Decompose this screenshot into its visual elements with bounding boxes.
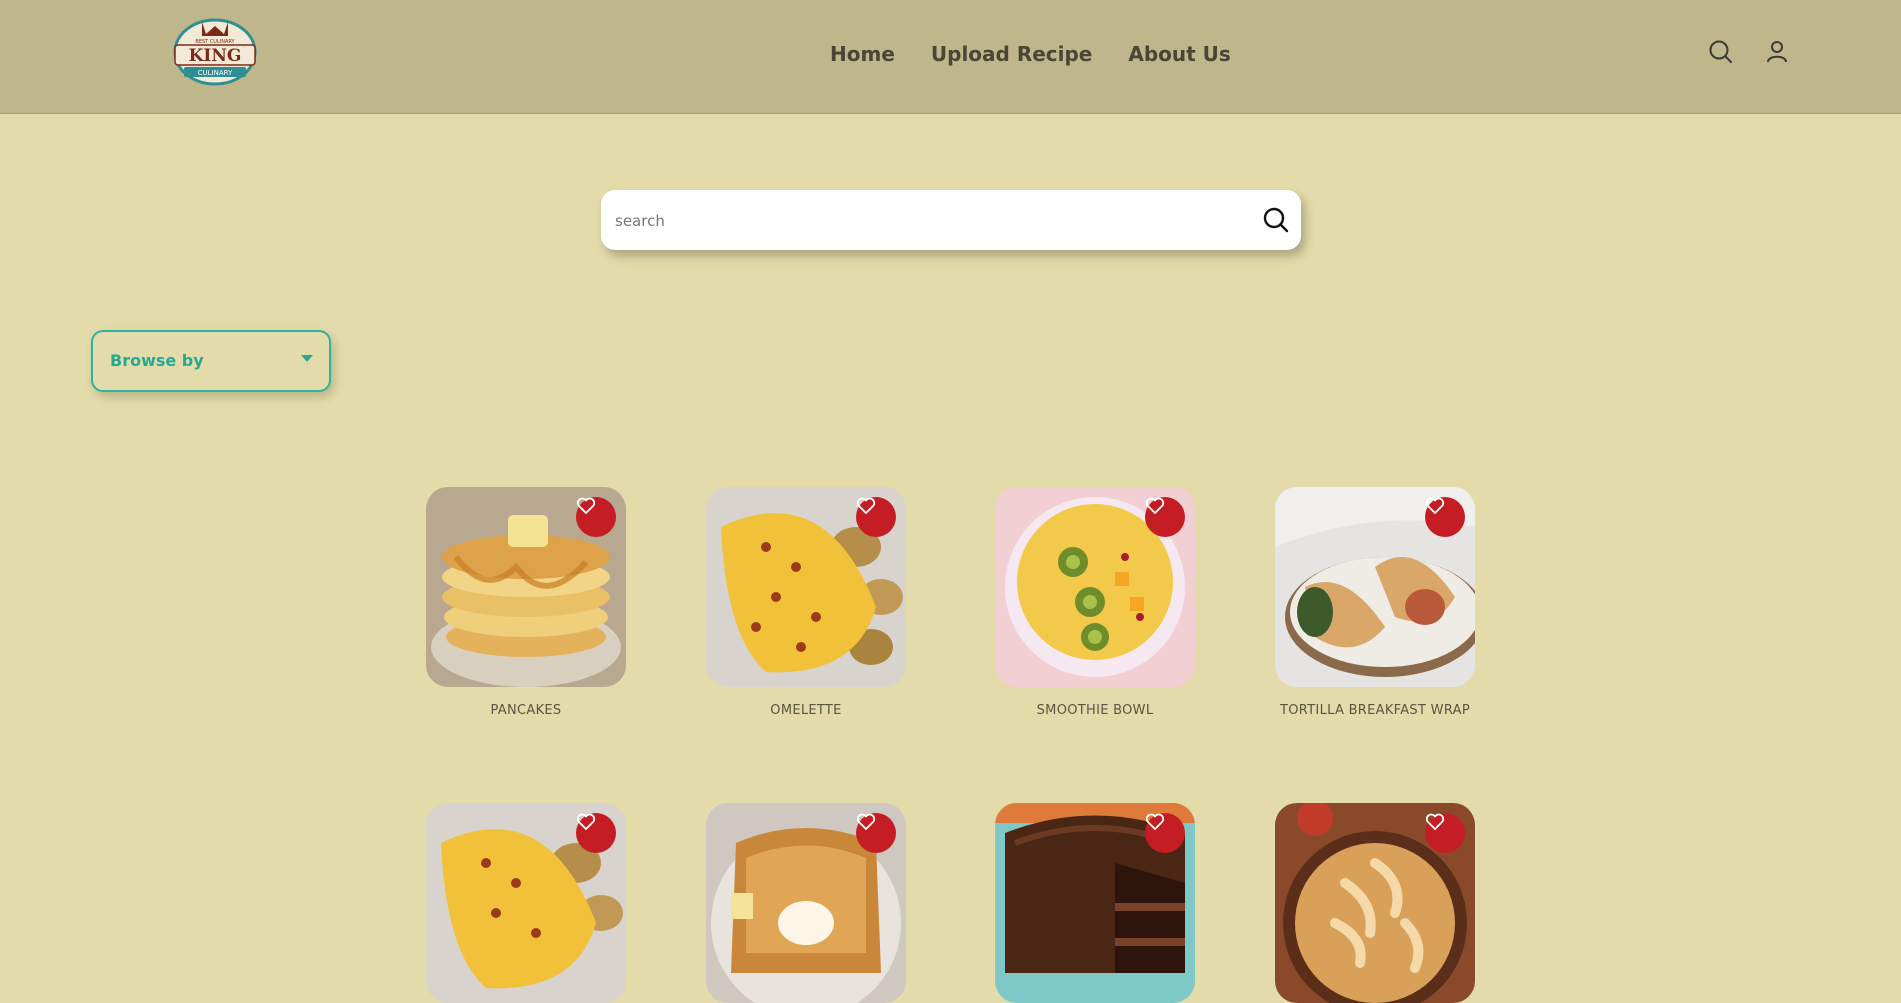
recipe-name[interactable]: PANCAKES xyxy=(426,703,626,718)
recipe-card xyxy=(706,803,906,1003)
recipe-image-smoothie-bowl[interactable] xyxy=(995,487,1195,687)
favorite-heart-icon[interactable] xyxy=(576,497,616,537)
search-submit-icon[interactable] xyxy=(1261,205,1291,235)
recipe-card: SMOOTHIE BOWL xyxy=(995,487,1195,718)
site-header: KING CULINARY BEST CULINARY Home Upload … xyxy=(0,0,1901,114)
favorite-heart-icon[interactable] xyxy=(1425,497,1465,537)
recipe-card: TORTILLA BREAKFAST WRAP xyxy=(1275,487,1475,718)
favorite-heart-icon[interactable] xyxy=(856,497,896,537)
recipe-image-pancakes[interactable] xyxy=(426,487,626,687)
favorite-heart-icon[interactable] xyxy=(856,813,896,853)
browse-by-label: Browse by xyxy=(110,351,204,370)
search-input[interactable] xyxy=(613,190,1237,252)
logo-title: KING xyxy=(189,46,242,66)
recipe-name[interactable]: SMOOTHIE BOWL xyxy=(995,703,1195,718)
recipe-image-omelette[interactable] xyxy=(706,487,906,687)
main-nav: Home Upload Recipe About Us xyxy=(830,42,1231,66)
nav-home[interactable]: Home xyxy=(830,42,895,66)
recipe-card xyxy=(1275,803,1475,1003)
browse-by-dropdown[interactable]: Browse by xyxy=(91,330,331,392)
recipe-image-apple-pie[interactable] xyxy=(1275,803,1475,1003)
recipe-image-breakfast-wrap[interactable] xyxy=(1275,487,1475,687)
recipe-image-chocolate-cake[interactable] xyxy=(995,803,1195,1003)
favorite-heart-icon[interactable] xyxy=(1145,813,1185,853)
caret-down-icon xyxy=(301,355,313,362)
user-icon[interactable] xyxy=(1763,38,1791,66)
recipe-card xyxy=(995,803,1195,1003)
logo-subtitle: CULINARY xyxy=(198,69,233,77)
favorite-heart-icon[interactable] xyxy=(1425,813,1465,853)
nav-upload-recipe[interactable]: Upload Recipe xyxy=(931,42,1092,66)
favorite-heart-icon[interactable] xyxy=(576,813,616,853)
recipe-card: OMELETTE xyxy=(706,487,906,718)
recipe-image-french-toast[interactable] xyxy=(706,803,906,1003)
search-bar xyxy=(601,190,1301,252)
logo-tagline: BEST CULINARY xyxy=(195,39,235,45)
favorite-heart-icon[interactable] xyxy=(1145,497,1185,537)
recipe-card: PANCAKES xyxy=(426,487,626,718)
search-icon[interactable] xyxy=(1707,38,1735,66)
recipe-card xyxy=(426,803,626,1003)
king-culinary-logo[interactable]: KING CULINARY BEST CULINARY xyxy=(170,12,260,86)
recipe-name[interactable]: TORTILLA BREAKFAST WRAP xyxy=(1275,703,1475,718)
nav-about-us[interactable]: About Us xyxy=(1128,42,1230,66)
recipe-name[interactable]: OMELETTE xyxy=(706,703,906,718)
recipe-image-omelette[interactable] xyxy=(426,803,626,1003)
